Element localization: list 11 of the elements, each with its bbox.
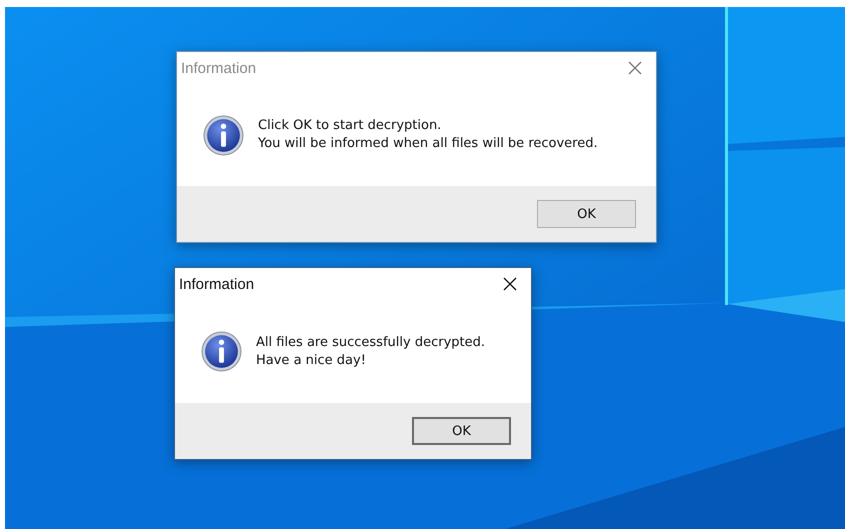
info-icon (203, 114, 244, 156)
message-text: All files are successfully decrypted. (256, 334, 485, 352)
info-icon (201, 331, 242, 372)
message-text: You will be informed when all files will be recovered. (258, 135, 598, 153)
close-icon[interactable] (503, 277, 517, 291)
window-title: Information (181, 60, 256, 76)
message-text: Click OK to start decryption. (258, 117, 442, 135)
message-text: Have a nice day! (256, 352, 367, 370)
ok-button[interactable]: OK (537, 200, 636, 228)
ok-button[interactable]: OK (412, 417, 511, 445)
window-title: Information (179, 276, 254, 292)
